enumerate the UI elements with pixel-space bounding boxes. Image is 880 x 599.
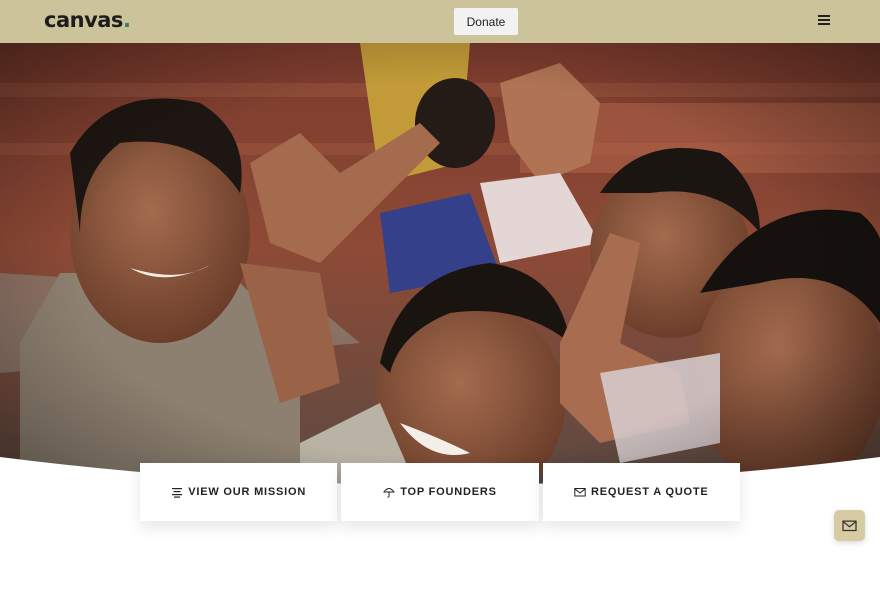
hamburger-menu-icon[interactable] (818, 15, 830, 27)
top-founders-label: TOP FOUNDERS (400, 486, 497, 498)
site-header: canvas. Donate (0, 0, 880, 43)
view-our-mission-label: VIEW OUR MISSION (188, 486, 307, 498)
logo-text: canvas (44, 8, 123, 32)
envelope-icon (574, 488, 586, 497)
site-logo[interactable]: canvas. (44, 8, 131, 32)
align-lines-icon (172, 488, 183, 498)
request-a-quote-label: REQUEST A QUOTE (591, 486, 709, 498)
donate-button[interactable]: Donate (454, 8, 518, 35)
top-founders-card[interactable]: TOP FOUNDERS (341, 463, 539, 521)
hero-image (0, 43, 880, 495)
hero-photo-illustration (0, 43, 880, 495)
floating-contact-button[interactable] (834, 510, 865, 541)
logo-dot: . (122, 8, 131, 32)
umbrella-icon (383, 488, 396, 498)
request-a-quote-card[interactable]: REQUEST A QUOTE (542, 463, 740, 521)
envelope-icon (842, 520, 857, 532)
view-our-mission-card[interactable]: VIEW OUR MISSION (140, 463, 338, 521)
feature-cards: VIEW OUR MISSION TOP FOUNDERS REQUEST A … (140, 463, 740, 521)
